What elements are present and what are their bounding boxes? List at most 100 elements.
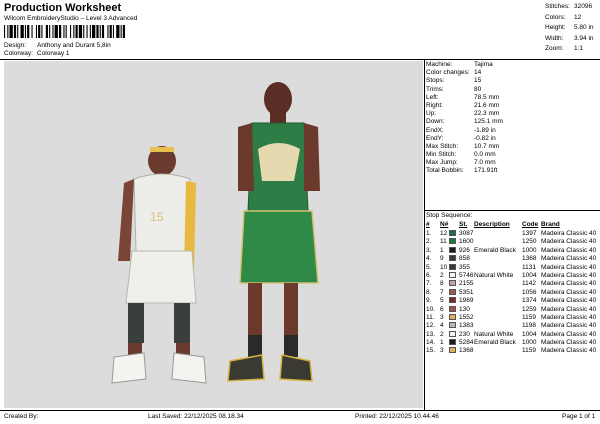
barcode-bar (54, 25, 58, 38)
row-needle: 11 (440, 238, 447, 246)
stat-label: Total Bobbin: (426, 167, 464, 175)
summary-value: 3.94 in (574, 34, 594, 42)
barcode-bar (86, 25, 88, 38)
printed-date: Printed: 22/12/2025 10.44.46 (355, 413, 439, 420)
software-subtitle: Wilcom EmbroideryStudio – Level 3 Advanc… (4, 15, 138, 22)
stat-row: Up: 22.3 mm (426, 110, 503, 118)
row-index: 10. (426, 305, 436, 313)
stat-row: Color changes: 14 (426, 69, 503, 77)
summary-value: 1:1 (574, 45, 584, 52)
summary-value: 32096 (574, 3, 593, 10)
row-index: 7. (426, 280, 432, 288)
barcode-bar (9, 25, 13, 38)
summary-label: Zoom: (545, 45, 564, 52)
colorway-value: Colorway 1 (37, 50, 70, 57)
row-needle: 8 (440, 280, 444, 288)
colorway-field: Colorway: Colorway 1 (4, 50, 70, 57)
row-needle: 5 (440, 297, 444, 305)
row-code: 1004 (522, 271, 537, 279)
row-brand: Madeira Classic 40 (541, 347, 597, 355)
stat-label: Machine: (426, 61, 453, 68)
row-needle: 2 (440, 271, 444, 279)
row-index: 15. (426, 347, 436, 355)
stat-value: 15 (474, 77, 482, 85)
row-stitches: 5284 (459, 339, 474, 347)
embroidery-artwork: 15 (111, 82, 320, 384)
table-row: 6. 2 5746 Natural White 1004 Madeira Classic … (426, 271, 598, 280)
row-brand: Madeira Classic 40 (541, 305, 597, 313)
barcode-bar (17, 25, 19, 38)
row-stitches: 3087 (459, 230, 474, 237)
color-swatch (449, 305, 456, 312)
header-divider (0, 59, 600, 60)
row-description: Emerald Black (474, 246, 516, 254)
stop-sequence-divider (425, 210, 600, 211)
stat-row: EndY: -0.82 in (426, 135, 503, 143)
row-brand: Madeira Classic 40 (541, 339, 597, 347)
row-code: 1159 (522, 347, 536, 355)
barcode-bar (35, 25, 37, 38)
stat-value: 80 (474, 85, 482, 93)
row-brand: Madeira Classic 40 (541, 280, 597, 288)
barcode-bar (107, 25, 109, 38)
row-needle: 3 (440, 313, 444, 321)
row-code: 1131 (522, 263, 536, 271)
row-index: 3. (426, 246, 432, 254)
stat-row: Machine: Tajima (426, 61, 503, 69)
stat-row: Stops: 15 (426, 77, 503, 85)
stat-label: EndY: (426, 134, 444, 142)
row-stitches: 1368 (459, 347, 474, 355)
row-code: 1159 (522, 313, 536, 321)
color-swatch (449, 280, 456, 287)
stat-label: Down: (426, 118, 445, 126)
design-summary: Stitches: 32096 Colors: 12 Height: 5.80 in Wid… (545, 3, 594, 56)
barcode-bar (27, 25, 30, 38)
row-stitches: 355 (459, 263, 470, 271)
table-row: 8. 7 5351 1056 Madeira Classic 40 (426, 288, 598, 297)
row-brand: Madeira Classic 40 (541, 230, 597, 237)
barcode-bar (38, 25, 41, 38)
barcode-bar (63, 25, 65, 38)
color-swatch (449, 347, 456, 354)
footer-divider (0, 410, 600, 411)
table-row: 7. 8 2155 1142 Madeira Classic 40 (426, 280, 598, 288)
barcode-bar (31, 25, 33, 38)
summary-label: Colors: (545, 13, 566, 21)
summary-value: 5.80 in (574, 24, 594, 31)
row-code: 1397 (522, 230, 537, 237)
color-swatch (449, 271, 456, 278)
row-index: 13. (426, 330, 436, 338)
row-brand: Madeira Classic 40 (541, 238, 597, 246)
col-header-needle: N# (440, 221, 449, 228)
row-stitches: 1383 (459, 322, 474, 330)
stat-label: Min Stitch: (426, 151, 457, 159)
row-brand: Madeira Classic 40 (541, 313, 597, 321)
stat-row: Left: 78.5 mm (426, 94, 503, 102)
row-code: 1368 (522, 255, 537, 263)
table-row: 10. 6 130 1259 Madeira Classic 40 (426, 305, 598, 314)
stat-value: 125.1 mm (474, 118, 503, 126)
row-needle: 2 (440, 330, 444, 338)
row-code: 1374 (522, 297, 537, 305)
stat-value: 21.6 mm (474, 101, 500, 109)
stat-value: 0.0 mm (474, 151, 496, 159)
stat-row: Down: 125.1 mm (426, 118, 503, 126)
stat-value: Tajima (474, 61, 493, 68)
row-needle: 10 (440, 263, 448, 271)
table-row: 5. 10 355 1131 Madeira Classic 40 (426, 263, 598, 272)
row-code: 1198 (522, 322, 536, 330)
summary-label: Height: (545, 24, 566, 31)
barcode-bar (7, 25, 9, 38)
barcode-bar (24, 25, 26, 38)
stat-row: Max Jump: 7.0 mm (426, 159, 503, 167)
barcode-bar (99, 25, 101, 38)
stat-label: Right: (426, 101, 443, 109)
barcode-bar (41, 25, 43, 38)
row-brand: Madeira Classic 40 (541, 330, 597, 338)
svg-text:15: 15 (150, 210, 164, 224)
barcode-bar (122, 25, 125, 38)
row-stitches: 1552 (459, 313, 474, 321)
summary-row: Stitches: 32096 (545, 3, 594, 14)
row-index: 2. (426, 238, 432, 246)
color-swatch (449, 230, 456, 236)
